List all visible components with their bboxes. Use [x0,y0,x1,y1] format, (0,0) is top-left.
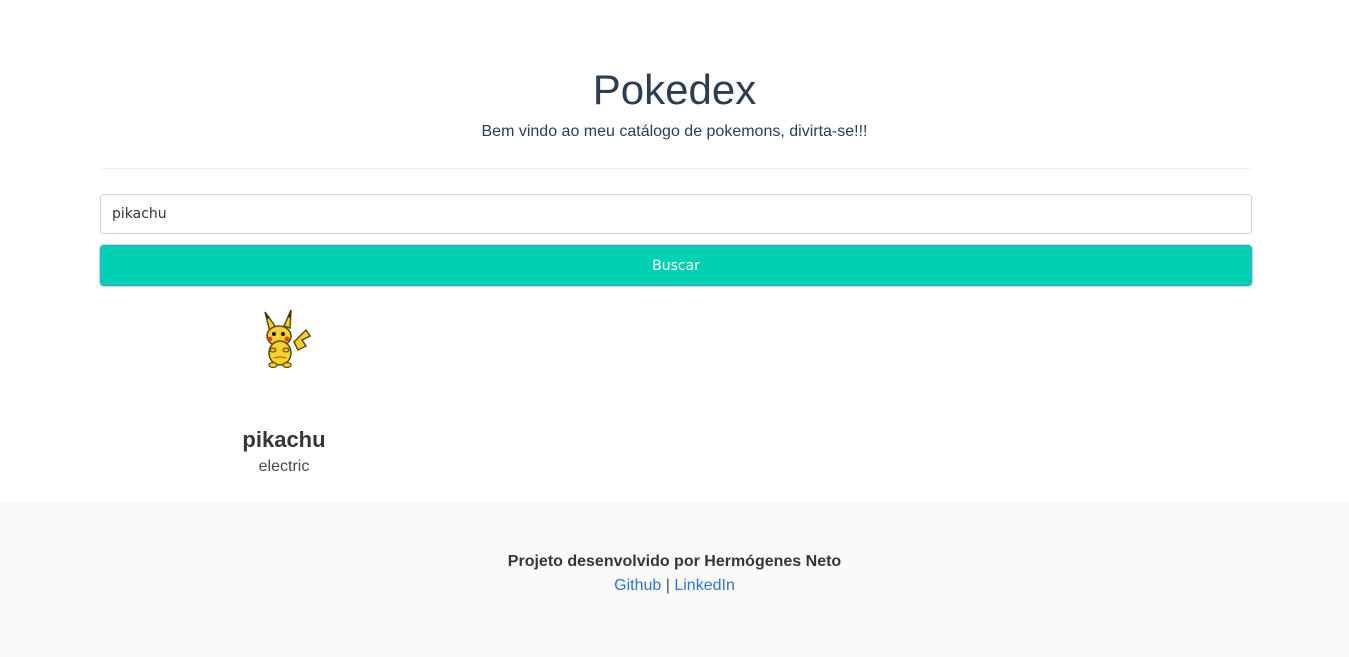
footer-link-separator: | [665,577,670,594]
footer-credit: Projeto desenvolvido por Hermógenes Neto [507,553,842,570]
pokemon-name: pikachu [242,427,326,452]
header-divider [100,168,1252,169]
footer-links: Github | LinkedIn [0,576,1349,596]
pokemon-card: pikachu electric [184,300,384,490]
pokemon-type: electric [258,458,310,475]
search-button[interactable]: Buscar [100,245,1252,286]
github-link[interactable]: Github [614,577,661,594]
pikachu-sprite-icon [254,308,314,372]
linkedin-link[interactable]: LinkedIn [674,577,735,594]
page: Pokedex Bem vindo ao meu catálogo de pok… [0,0,1349,657]
page-title: Pokedex [592,66,757,113]
footer: Projeto desenvolvido por Hermógenes Neto… [0,502,1349,657]
search-input[interactable] [100,194,1252,234]
page-subtitle: Bem vindo ao meu catálogo de pokemons, d… [481,123,868,140]
